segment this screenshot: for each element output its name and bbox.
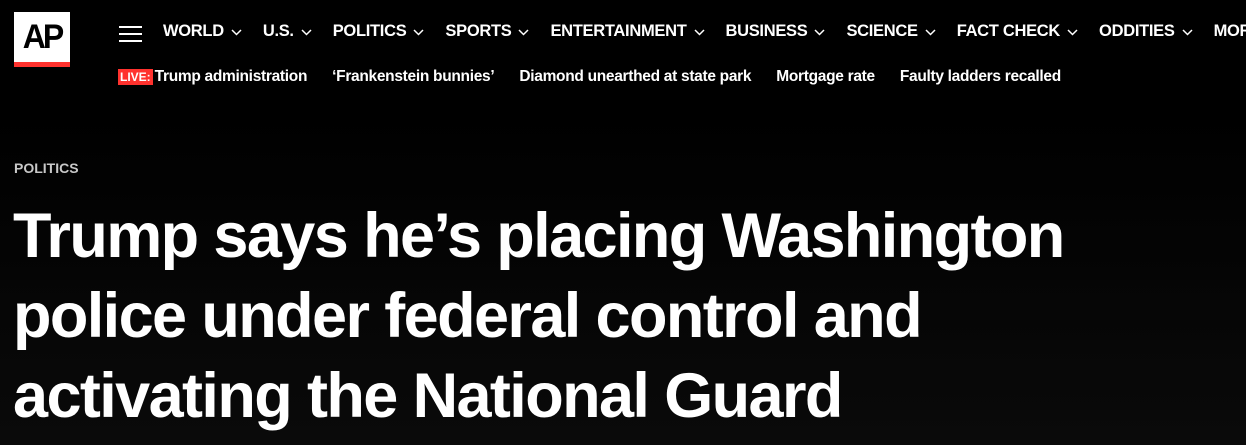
nav-item-label: POLITICS [332,22,407,40]
trending-link-faulty-ladders[interactable]: Faulty ladders recalled [900,68,1061,86]
nav-item-fact-check[interactable]: FACT CHECK [957,22,1078,41]
nav-item-world[interactable]: WORLD [163,22,242,41]
trending-bar: LIVE: Trump administration ‘Frankenstein… [118,68,1086,86]
ap-logo[interactable]: AP [14,12,70,67]
nav-item-label: MORE [1213,22,1246,40]
trending-link-frankenstein-bunnies[interactable]: ‘Frankenstein bunnies’ [332,68,495,86]
nav-item-label: ODDITIES [1099,22,1175,40]
chevron-down-icon [814,28,825,36]
article-headline: Trump says he’s placing Washington polic… [13,201,1065,431]
chevron-down-icon [925,28,936,36]
nav-item-label: WORLD [163,22,224,40]
nav-item-label: SCIENCE [846,22,918,40]
nav-item-business[interactable]: BUSINESS [726,22,826,41]
article-header: POLITICS Trump says he’s placing Washing… [0,110,1246,445]
chevron-down-icon [518,28,529,36]
hamburger-menu-icon[interactable] [119,26,142,42]
live-badge: LIVE: [118,69,153,85]
nav-item-oddities[interactable]: ODDITIES [1099,22,1193,41]
nav-item-label: BUSINESS [725,22,808,40]
chevron-down-icon [1067,28,1078,36]
chevron-down-icon [693,28,705,36]
chevron-down-icon [301,28,312,36]
nav-item-label: SPORTS [445,22,512,40]
section-kicker[interactable]: POLITICS [14,160,79,176]
trending-link-trump-administration[interactable]: Trump administration [155,68,308,86]
chevron-down-icon [413,28,424,36]
nav-item-politics[interactable]: POLITICS [333,22,425,41]
nav-item-label: FACT CHECK [956,22,1061,40]
nav-item-us[interactable]: U.S. [263,22,312,41]
nav-item-label: ENTERTAINMENT [550,22,687,40]
nav-item-label: U.S. [262,22,294,40]
chevron-down-icon [231,28,242,36]
site-header: AP WORLD U.S. POLITICS SPORTS ENTERTAINM… [0,0,1246,110]
nav-item-entertainment[interactable]: ENTERTAINMENT [550,22,705,41]
main-nav: WORLD U.S. POLITICS SPORTS ENTERTAINMENT… [163,22,1246,41]
logo-text: AP [22,16,64,56]
nav-item-sports[interactable]: SPORTS [445,22,529,41]
nav-item-science[interactable]: SCIENCE [846,22,936,41]
trending-link-diamond-unearthed[interactable]: Diamond unearthed at state park [519,68,751,86]
chevron-down-icon [1182,28,1193,36]
nav-item-more[interactable]: MORE [1214,22,1246,41]
trending-link-mortgage-rate[interactable]: Mortgage rate [776,68,875,86]
